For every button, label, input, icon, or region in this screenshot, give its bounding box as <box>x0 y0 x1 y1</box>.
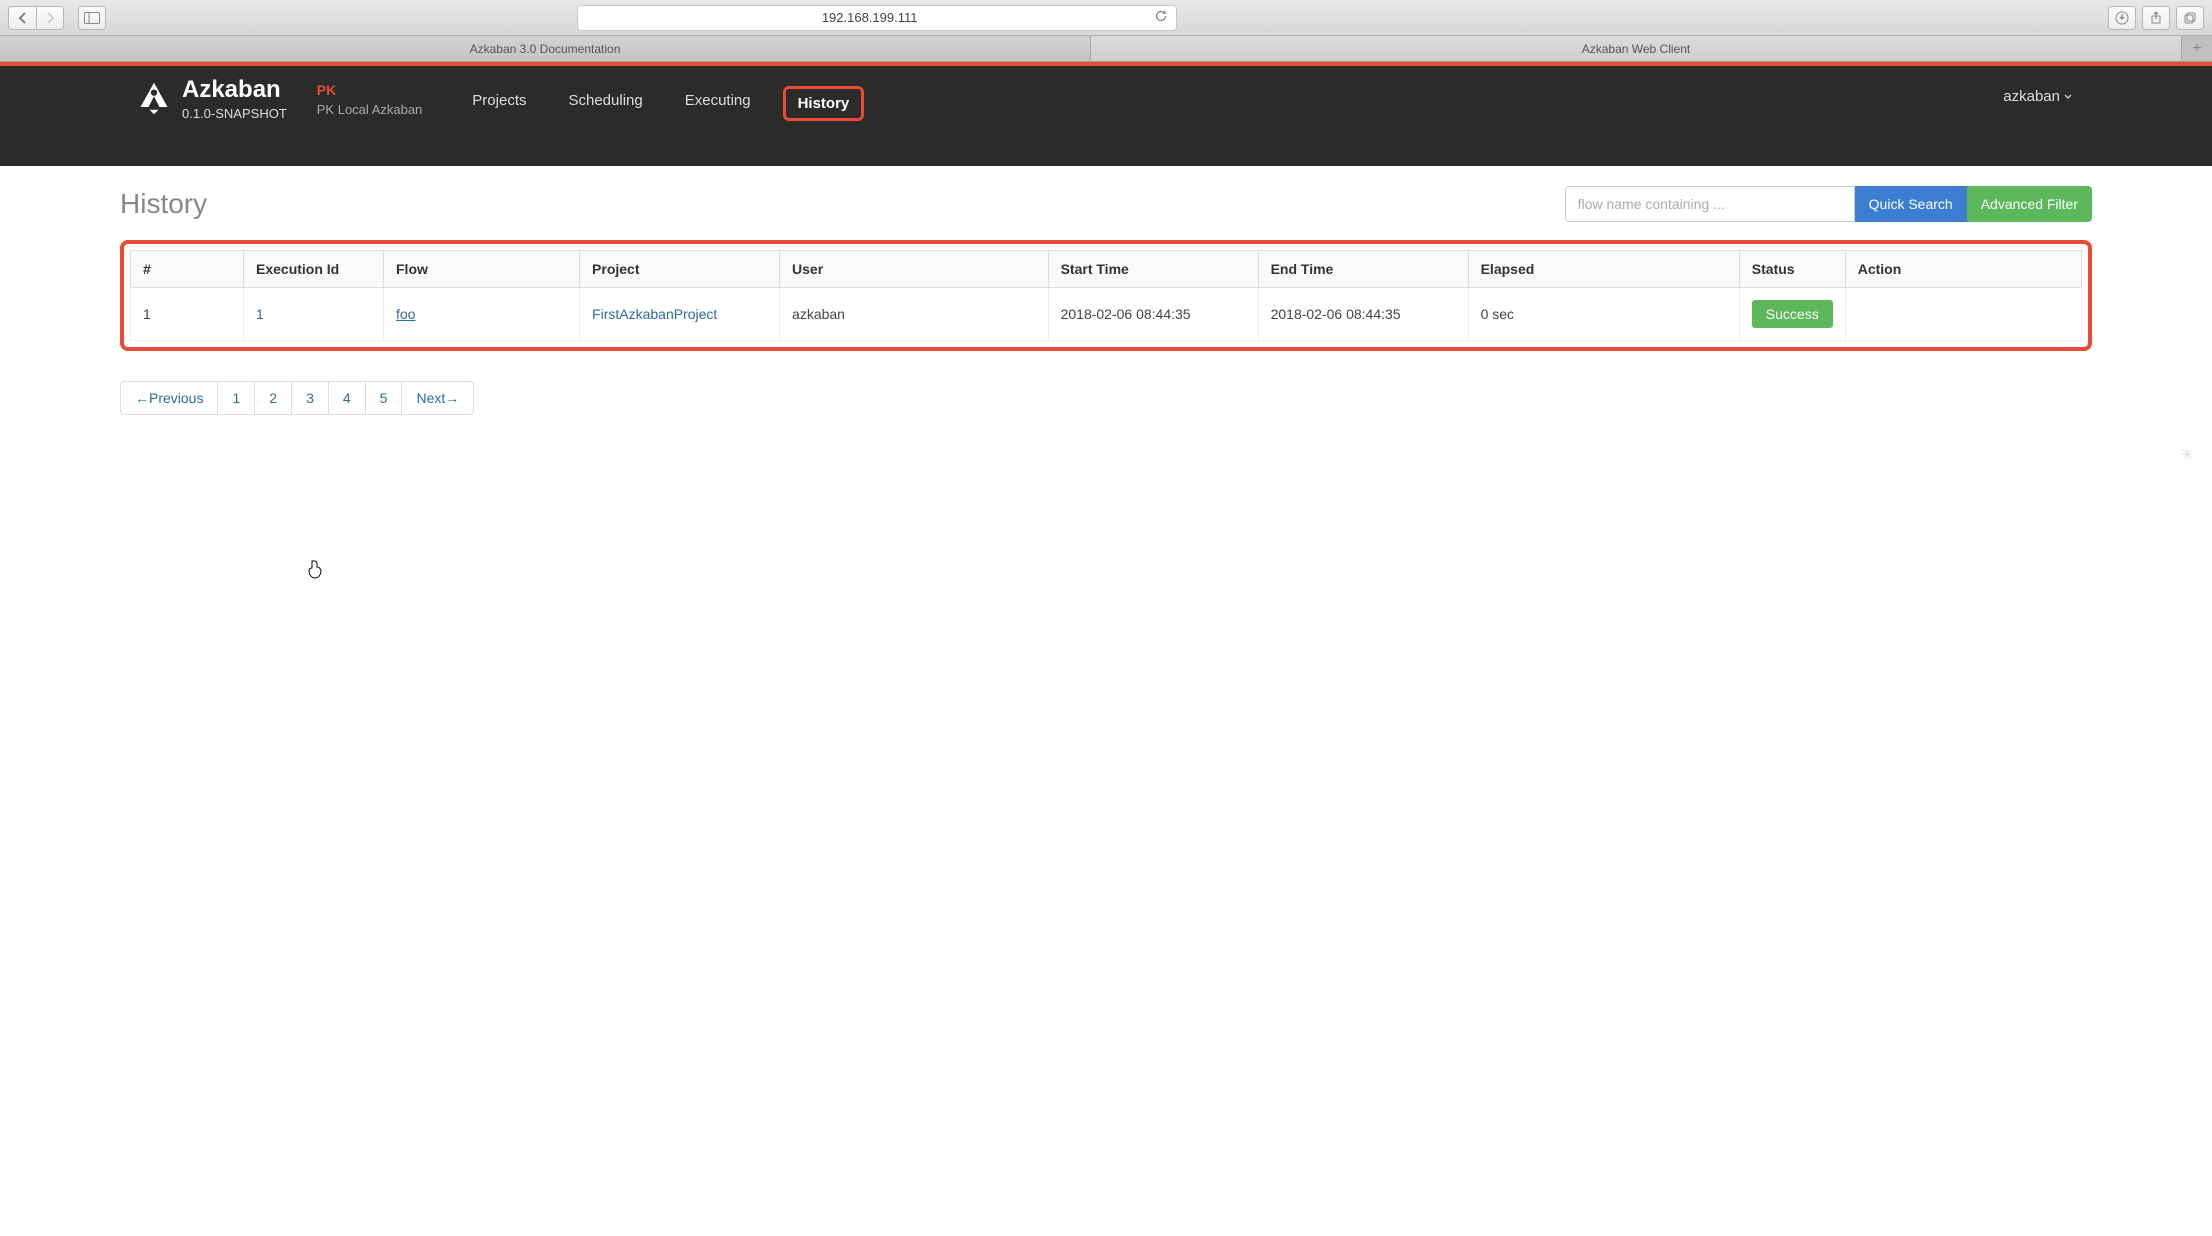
nav-buttons <box>8 6 64 30</box>
col-project: Project <box>580 251 780 288</box>
col-num: # <box>131 251 244 288</box>
cursor-icon <box>306 559 324 581</box>
history-table: # Execution Id Flow Project User Start T… <box>130 250 2082 341</box>
status-badge: Success <box>1752 300 1833 328</box>
browser-tab[interactable]: Azkaban 3.0 Documentation <box>0 36 1091 61</box>
page-number[interactable]: 3 <box>291 381 329 415</box>
app-version: 0.1.0-SNAPSHOT <box>182 106 287 123</box>
page-number[interactable]: 4 <box>328 381 366 415</box>
tabs-button[interactable] <box>2176 6 2204 30</box>
nav-scheduling[interactable]: Scheduling <box>558 86 652 121</box>
org-short: PK <box>317 82 423 98</box>
cell-action <box>1845 288 2081 341</box>
new-tab-button[interactable]: + <box>2182 36 2212 61</box>
cell-elapsed: 0 sec <box>1468 288 1739 341</box>
browser-tab[interactable]: Azkaban Web Client <box>1091 36 2182 61</box>
cell-user: azkaban <box>780 288 1049 341</box>
user-name: azkaban <box>2003 88 2060 105</box>
col-execution-id: Execution Id <box>244 251 384 288</box>
page-number[interactable]: 5 <box>365 381 403 415</box>
app-header: Azkaban 0.1.0-SNAPSHOT PK PK Local Azkab… <box>0 66 2212 166</box>
back-button[interactable] <box>8 6 36 30</box>
sidebar-toggle-button[interactable] <box>78 6 106 30</box>
project-link[interactable]: FirstAzkabanProject <box>592 306 717 322</box>
col-start-time: Start Time <box>1048 251 1258 288</box>
col-end-time: End Time <box>1258 251 1468 288</box>
page-number[interactable]: 2 <box>254 381 292 415</box>
url-bar[interactable]: 192.168.199.111 <box>577 5 1177 31</box>
share-button[interactable] <box>2142 6 2170 30</box>
search-box: Quick Search Advanced Filter <box>1565 186 2092 222</box>
browser-toolbar: 192.168.199.111 <box>0 0 2212 36</box>
execution-id-link[interactable]: 1 <box>256 306 264 322</box>
page-prev[interactable]: ←Previous <box>120 381 218 415</box>
quick-search-button[interactable]: Quick Search <box>1855 186 1967 222</box>
page-next[interactable]: Next→ <box>401 381 474 415</box>
nav-history[interactable]: History <box>783 86 865 121</box>
downloads-button[interactable] <box>2108 6 2136 30</box>
cell-start-time: 2018-02-06 08:44:35 <box>1048 288 1258 341</box>
browser-tab-bar: Azkaban 3.0 Documentation Azkaban Web Cl… <box>0 36 2212 62</box>
advanced-filter-button[interactable]: Advanced Filter <box>1967 186 2092 222</box>
user-menu[interactable]: azkaban <box>2003 88 2072 105</box>
cell-num: 1 <box>131 288 244 341</box>
watermark-icon: ✳ <box>2181 445 2194 465</box>
table-row: 1 1 foo FirstAzkabanProject azkaban 2018… <box>131 288 2082 341</box>
nav-menu: Projects Scheduling Executing History <box>462 86 864 121</box>
nav-projects[interactable]: Projects <box>462 86 536 121</box>
reload-icon[interactable] <box>1154 9 1168 26</box>
org-full: PK Local Azkaban <box>317 102 423 117</box>
col-elapsed: Elapsed <box>1468 251 1739 288</box>
col-user: User <box>780 251 1049 288</box>
flow-search-input[interactable] <box>1565 186 1855 222</box>
org-block: PK PK Local Azkaban <box>317 82 423 117</box>
app-name: Azkaban <box>182 78 287 102</box>
col-action: Action <box>1845 251 2081 288</box>
cell-end-time: 2018-02-06 08:44:35 <box>1258 288 1468 341</box>
chevron-down-icon <box>2064 94 2072 100</box>
col-flow: Flow <box>384 251 580 288</box>
url-text: 192.168.199.111 <box>586 10 1154 25</box>
flow-link[interactable]: foo <box>396 306 415 322</box>
table-header-row: # Execution Id Flow Project User Start T… <box>131 251 2082 288</box>
col-status: Status <box>1739 251 1845 288</box>
table-highlight-box: # Execution Id Flow Project User Start T… <box>120 240 2092 351</box>
page-content: History Quick Search Advanced Filter # E… <box>0 166 2212 455</box>
pagination: ←Previous 1 2 3 4 5 Next→ <box>120 381 2092 415</box>
page-title: History <box>120 188 207 220</box>
nav-executing[interactable]: Executing <box>675 86 761 121</box>
page-number[interactable]: 1 <box>217 381 255 415</box>
forward-button[interactable] <box>36 6 64 30</box>
azkaban-logo-icon <box>136 80 172 116</box>
logo-block: Azkaban 0.1.0-SNAPSHOT <box>136 78 287 123</box>
